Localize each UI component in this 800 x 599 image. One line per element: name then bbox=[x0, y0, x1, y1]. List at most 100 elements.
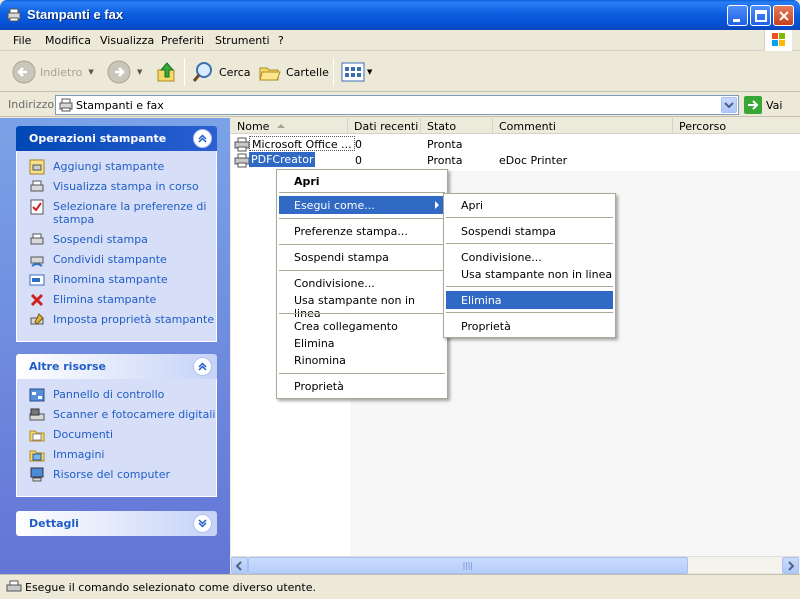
task-printer-properties[interactable]: Imposta proprietà stampante bbox=[17, 313, 216, 326]
submenu-item-use-offline[interactable]: Usa stampante non in linea bbox=[446, 265, 613, 283]
task-delete-printer[interactable]: Elimina stampante bbox=[17, 293, 216, 307]
menu-item-properties[interactable]: Proprietà bbox=[279, 377, 445, 395]
collapse-button[interactable] bbox=[193, 129, 212, 148]
menu-separator bbox=[446, 243, 613, 244]
menu-help[interactable]: ? bbox=[278, 34, 284, 47]
place-my-documents[interactable]: Documenti bbox=[17, 428, 216, 442]
chevron-down-icon bbox=[724, 102, 734, 109]
task-label: Visualizza stampa in corso bbox=[53, 180, 199, 193]
up-folder-button[interactable] bbox=[156, 60, 178, 84]
menu-favorites[interactable]: Preferiti bbox=[161, 34, 204, 47]
task-printing-preferences[interactable]: Selezionare la preferenze di stampa bbox=[17, 199, 216, 226]
forward-arrow-icon bbox=[107, 60, 131, 84]
table-row[interactable]: Microsoft Office ... 0 Pronta bbox=[231, 136, 800, 152]
table-row[interactable]: PDFCreator 0 Pronta eDoc Printer bbox=[231, 152, 800, 168]
folders-button[interactable]: Cartelle bbox=[258, 60, 329, 84]
menu-view[interactable]: Visualizza bbox=[100, 34, 154, 47]
submenu-item-delete[interactable]: Elimina bbox=[446, 291, 613, 309]
column-documents[interactable]: Dati recenti bbox=[348, 118, 421, 134]
scroll-right-button[interactable] bbox=[782, 557, 799, 574]
title-bar[interactable]: Stampanti e fax bbox=[0, 0, 800, 30]
menu-separator bbox=[279, 373, 445, 374]
task-view-queue[interactable]: Visualizza stampa in corso bbox=[17, 180, 216, 193]
sort-ascending-icon bbox=[277, 124, 285, 128]
menu-item-sharing[interactable]: Condivisione... bbox=[279, 274, 445, 292]
printer-tasks-title: Operazioni stampante bbox=[29, 132, 167, 145]
column-label: Stato bbox=[427, 120, 457, 133]
grip-icon bbox=[463, 562, 472, 570]
views-dropdown-icon[interactable]: ▼ bbox=[367, 68, 372, 76]
printer-name[interactable]: Microsoft Office ... bbox=[249, 136, 355, 151]
column-status[interactable]: Stato bbox=[421, 118, 493, 134]
back-button[interactable]: Indietro ▼ bbox=[12, 60, 94, 84]
scroll-thumb[interactable] bbox=[248, 557, 688, 574]
place-my-pictures[interactable]: Immagini bbox=[17, 448, 216, 462]
expand-button[interactable] bbox=[193, 514, 212, 533]
go-button[interactable]: Vai bbox=[744, 96, 782, 114]
other-places-header[interactable]: Altre risorse bbox=[16, 354, 217, 379]
printer-name[interactable]: PDFCreator bbox=[249, 152, 316, 167]
menu-item-delete[interactable]: Elimina bbox=[279, 334, 445, 352]
folders-label: Cartelle bbox=[286, 65, 329, 79]
column-name[interactable]: Nome bbox=[231, 118, 348, 134]
folders-icon bbox=[259, 67, 281, 81]
menu-file[interactable]: File bbox=[13, 34, 31, 47]
column-label: Dati recenti bbox=[354, 120, 419, 133]
details-header[interactable]: Dettagli bbox=[16, 511, 217, 536]
views-button[interactable]: ▼ bbox=[341, 60, 372, 84]
forward-dropdown-icon[interactable]: ▼ bbox=[137, 68, 142, 76]
task-pause-printing[interactable]: Sospendi stampa bbox=[17, 233, 216, 246]
task-add-printer[interactable]: Aggiungi stampante bbox=[17, 159, 216, 175]
menu-tools[interactable]: Strumenti bbox=[215, 34, 270, 47]
place-scanners-cameras[interactable]: Scanner e fotocamere digitali bbox=[17, 408, 216, 421]
column-location[interactable]: Percorso bbox=[673, 118, 800, 134]
printer-status: Pronta bbox=[427, 138, 463, 151]
minimize-button[interactable] bbox=[727, 5, 748, 26]
task-rename-printer[interactable]: Rinomina stampante bbox=[17, 273, 216, 286]
details-title: Dettagli bbox=[29, 517, 79, 530]
submenu-item-open[interactable]: Apri bbox=[446, 196, 613, 214]
back-arrow-icon bbox=[12, 60, 36, 84]
close-button[interactable] bbox=[773, 5, 794, 26]
details-panel: Dettagli bbox=[16, 511, 217, 536]
menu-item-label: Condivisione... bbox=[294, 277, 375, 290]
column-comments[interactable]: Commenti bbox=[493, 118, 673, 134]
address-input[interactable]: Stampanti e fax bbox=[55, 95, 739, 115]
horizontal-scrollbar[interactable] bbox=[231, 556, 800, 574]
place-control-panel[interactable]: Pannello di controllo bbox=[17, 388, 216, 402]
submenu-item-pause-printing[interactable]: Sospendi stampa bbox=[446, 222, 613, 240]
submenu-item-sharing[interactable]: Condivisione... bbox=[446, 248, 613, 266]
task-share-printer[interactable]: Condividi stampante bbox=[17, 253, 216, 267]
go-label: Vai bbox=[766, 98, 783, 112]
collapse-button[interactable] bbox=[193, 357, 212, 376]
other-places-panel: Altre risorse Pannello di controllo Scan… bbox=[16, 354, 217, 497]
menu-item-use-offline[interactable]: Usa stampante non in linea bbox=[279, 291, 445, 320]
maximize-button[interactable] bbox=[750, 5, 771, 26]
printer-tasks-body: Aggiungi stampante Visualizza stampa in … bbox=[16, 151, 217, 342]
windows-logo bbox=[764, 30, 792, 51]
forward-button[interactable]: ▼ bbox=[107, 60, 142, 84]
context-menu: Apri Esegui come... Preferenze stampa...… bbox=[276, 169, 448, 399]
printer-fax-icon bbox=[59, 98, 73, 112]
address-value: Stampanti e fax bbox=[76, 99, 164, 112]
address-dropdown-button[interactable] bbox=[721, 97, 737, 113]
menu-edit[interactable]: Modifica bbox=[45, 34, 91, 47]
menu-separator bbox=[279, 270, 445, 271]
back-dropdown-icon[interactable]: ▼ bbox=[88, 68, 93, 76]
search-button[interactable]: Cerca bbox=[191, 60, 251, 84]
scroll-left-button[interactable] bbox=[231, 557, 248, 574]
window-title: Stampanti e fax bbox=[27, 7, 124, 22]
menu-separator bbox=[279, 313, 445, 314]
list-header: Nome Dati recenti Stato Commenti Percors… bbox=[231, 118, 800, 134]
views-icon bbox=[341, 62, 365, 82]
menu-item-rename[interactable]: Rinomina bbox=[279, 351, 445, 369]
menu-item-pause-printing[interactable]: Sospendi stampa bbox=[279, 248, 445, 266]
printer-tasks-header[interactable]: Operazioni stampante bbox=[16, 126, 217, 151]
place-my-computer[interactable]: Risorse del computer bbox=[17, 467, 216, 482]
menu-item-run-as[interactable]: Esegui come... bbox=[279, 196, 445, 214]
menu-item-open[interactable]: Apri bbox=[279, 172, 445, 190]
menu-item-create-shortcut[interactable]: Crea collegamento bbox=[279, 317, 445, 335]
column-label: Nome bbox=[237, 120, 270, 133]
submenu-item-properties[interactable]: Proprietà bbox=[446, 317, 613, 335]
menu-item-printing-preferences[interactable]: Preferenze stampa... bbox=[279, 222, 445, 240]
